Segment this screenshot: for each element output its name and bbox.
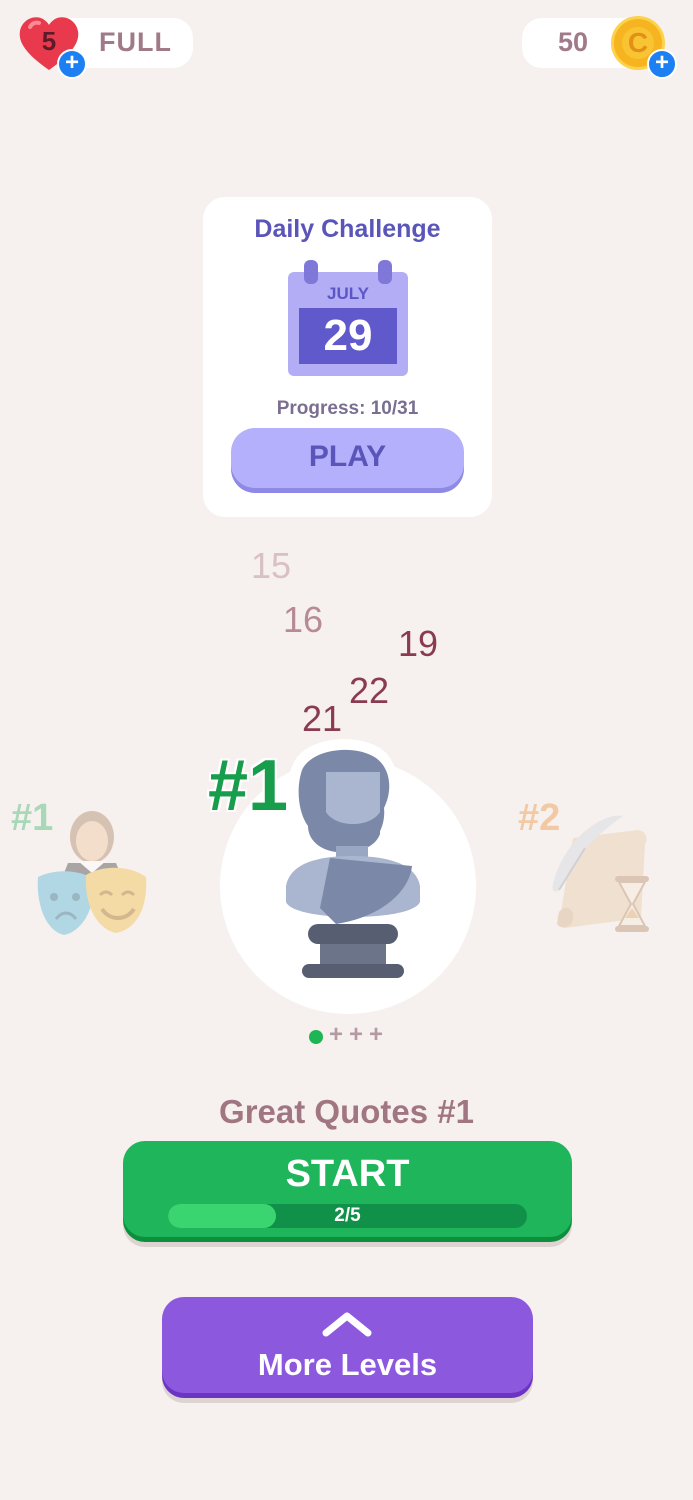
daily-challenge-title: Daily Challenge [254, 215, 441, 243]
page-dot[interactable]: + [369, 1021, 383, 1049]
coin-count: 50 [558, 27, 589, 57]
statue-bust-icon[interactable] [276, 738, 426, 983]
current-pack-rank: #1 [208, 746, 289, 826]
add-coins-icon[interactable]: + [647, 49, 677, 79]
more-levels-button[interactable]: More Levels [162, 1297, 533, 1393]
calendar-day: 29 [323, 311, 373, 360]
quill-scroll-icon[interactable] [545, 808, 655, 938]
play-label: PLAY [308, 440, 387, 473]
level-progress-text: 2/5 [334, 1205, 361, 1226]
level-title: Great Quotes #1 [219, 1093, 474, 1130]
add-lives-icon[interactable]: + [57, 49, 87, 79]
page-dot[interactable]: + [349, 1021, 363, 1049]
start-button[interactable]: START 2/5 [123, 1141, 572, 1237]
map-number-21: 21 [302, 698, 343, 739]
calendar-month: JULY [327, 284, 369, 303]
page-dot[interactable]: + [329, 1021, 343, 1049]
map-number-19: 19 [398, 623, 439, 664]
calendar-icon: JULY 29 [288, 260, 408, 376]
map-number-15: 15 [251, 545, 292, 586]
play-button[interactable]: PLAY [231, 428, 464, 488]
start-label: START [285, 1153, 410, 1195]
page-dot-active[interactable] [309, 1030, 323, 1044]
daily-challenge-card[interactable]: Daily Challenge JULY 29 Progress: 10/31 … [203, 197, 492, 517]
lives-status: FULL [99, 27, 172, 57]
theater-masks-icon[interactable] [34, 805, 149, 940]
daily-progress-text: Progress: 10/31 [276, 398, 419, 419]
chevron-up-icon [322, 1312, 372, 1337]
map-number-16: 16 [283, 599, 324, 640]
level-progress-bar: 2/5 [168, 1204, 527, 1228]
more-levels-label: More Levels [257, 1347, 438, 1382]
map-number-22: 22 [349, 670, 390, 711]
lives-count: 5 [41, 26, 57, 56]
